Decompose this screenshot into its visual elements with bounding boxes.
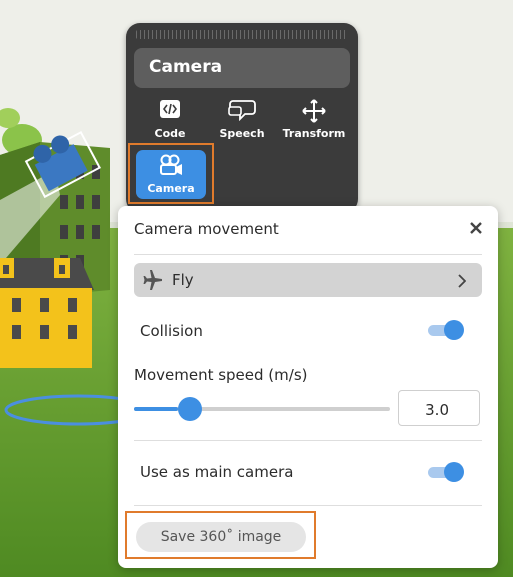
movement-speed-input[interactable]: 3.0 — [398, 390, 480, 426]
chevron-right-icon — [458, 273, 467, 292]
movement-speed-label: Movement speed (m/s) — [134, 366, 308, 384]
movement-mode-value: Fly — [172, 271, 194, 289]
collision-toggle[interactable] — [428, 319, 464, 341]
transform-label: Transform — [282, 127, 346, 140]
main-camera-label: Use as main camera — [140, 463, 294, 481]
airplane-icon — [142, 270, 164, 294]
move-arrows-icon — [278, 99, 350, 123]
code-button[interactable]: Code — [134, 95, 206, 145]
yellow-house-roof — [0, 258, 94, 290]
code-icon — [134, 99, 206, 123]
save-button-highlight — [125, 511, 316, 559]
object-title-bar: Camera — [134, 48, 350, 88]
drag-handle[interactable] — [136, 30, 348, 39]
code-label: Code — [154, 127, 186, 140]
panel-title: Camera movement — [134, 220, 279, 238]
camera-tab-highlight — [128, 143, 214, 204]
collision-label: Collision — [140, 322, 203, 340]
object-title: Camera — [149, 57, 223, 77]
close-icon[interactable] — [468, 220, 484, 236]
slider-thumb[interactable] — [177, 397, 202, 421]
divider — [134, 440, 482, 441]
movement-mode-select[interactable]: Fly — [134, 263, 482, 297]
main-camera-toggle[interactable] — [428, 461, 464, 483]
transform-button[interactable]: Transform — [278, 95, 350, 145]
speech-bubble-icon — [206, 99, 278, 123]
divider — [134, 505, 482, 506]
movement-speed-slider[interactable] — [134, 397, 390, 421]
speech-label: Speech — [219, 127, 265, 140]
speech-button[interactable]: Speech — [206, 95, 278, 145]
divider — [134, 254, 482, 255]
